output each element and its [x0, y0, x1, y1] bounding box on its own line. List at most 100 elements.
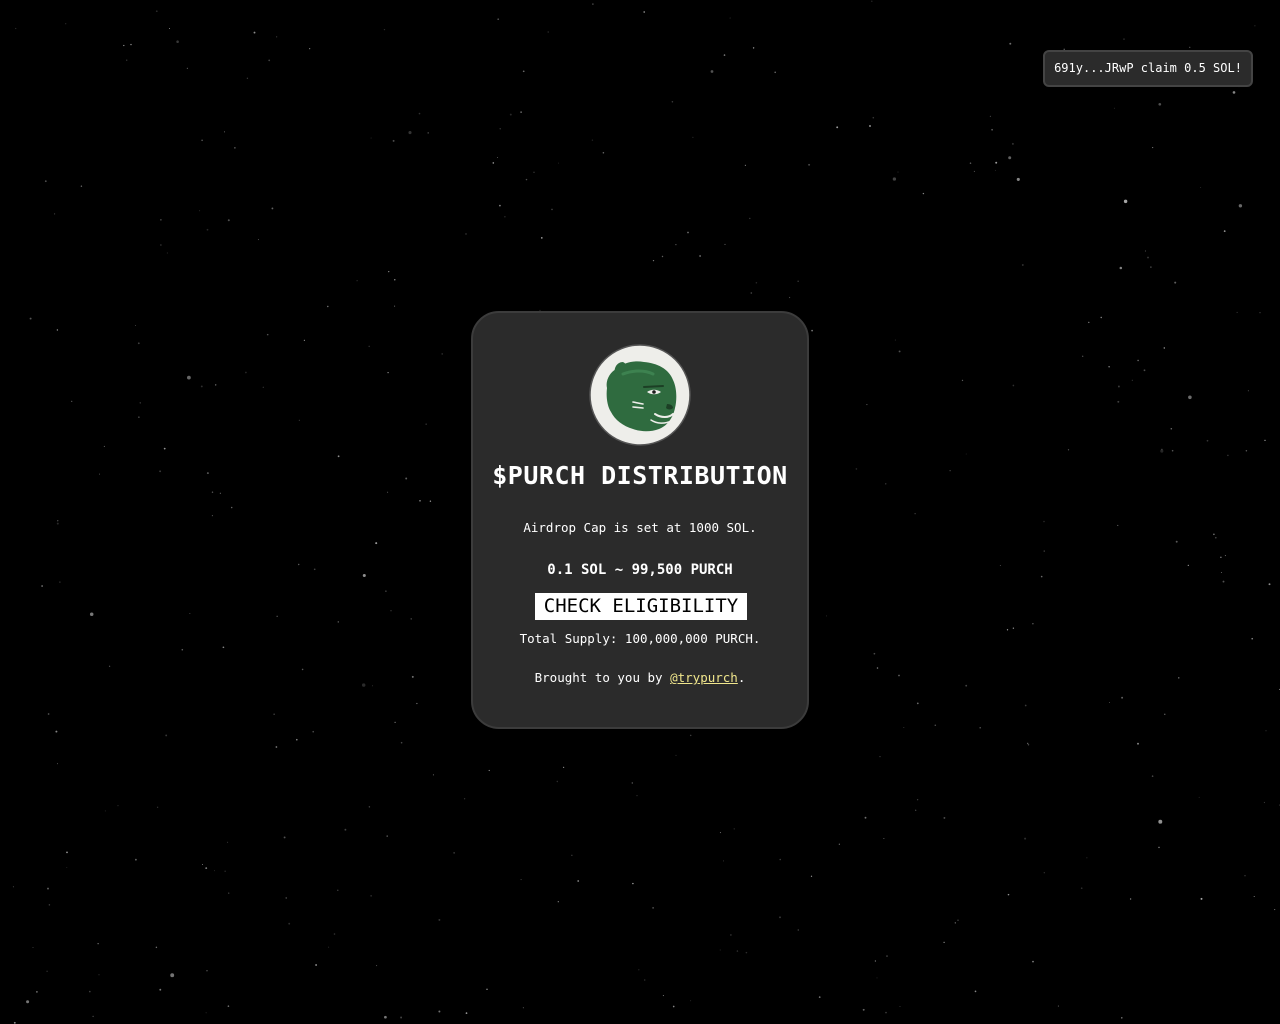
star — [1247, 390, 1249, 392]
star — [429, 500, 432, 502]
star — [1006, 629, 1009, 631]
star — [885, 483, 887, 485]
star — [1043, 550, 1045, 552]
star — [59, 581, 61, 583]
star — [227, 841, 229, 843]
star — [159, 470, 162, 473]
star — [205, 1012, 207, 1014]
star — [394, 305, 396, 307]
star — [1024, 704, 1027, 707]
star — [370, 895, 372, 897]
star — [438, 918, 441, 921]
star — [344, 828, 347, 831]
star — [425, 423, 427, 425]
star — [219, 492, 221, 494]
star — [80, 185, 83, 187]
star — [1268, 583, 1271, 586]
star — [486, 988, 488, 991]
star — [160, 244, 162, 246]
star — [808, 163, 811, 166]
star — [1158, 102, 1162, 106]
star — [892, 177, 897, 181]
star — [262, 386, 264, 388]
star — [898, 674, 900, 677]
star — [886, 955, 888, 957]
star — [253, 31, 256, 34]
star — [370, 137, 372, 139]
star — [245, 371, 247, 374]
star — [266, 333, 269, 336]
star — [387, 371, 389, 374]
star — [227, 219, 230, 222]
star — [689, 734, 692, 737]
star — [1171, 449, 1174, 452]
star — [1254, 25, 1256, 27]
star — [1175, 540, 1178, 543]
star — [522, 70, 525, 73]
star — [103, 445, 105, 447]
star — [1121, 1017, 1123, 1019]
star — [644, 979, 646, 981]
star — [1200, 187, 1202, 188]
star — [108, 665, 111, 667]
star — [200, 385, 203, 388]
star — [211, 491, 214, 493]
trypurch-link[interactable]: @trypurch — [670, 670, 738, 685]
star — [1274, 909, 1276, 911]
star — [1108, 366, 1110, 368]
star — [922, 192, 925, 195]
star — [719, 949, 721, 951]
star — [1032, 623, 1034, 625]
star — [206, 472, 209, 475]
star — [47, 887, 49, 890]
star — [1117, 524, 1119, 526]
star — [1158, 819, 1163, 824]
star — [297, 563, 300, 566]
star — [903, 726, 905, 729]
star — [520, 879, 522, 881]
star — [441, 353, 444, 355]
star — [199, 210, 201, 212]
star — [492, 162, 495, 164]
credits-line: Brought to you by @trypurch. — [473, 670, 807, 685]
star — [989, 115, 992, 118]
claim-notification-toast: 691y...JRwP claim 0.5 SOL! — [1043, 50, 1253, 87]
star — [368, 806, 371, 808]
star — [750, 292, 753, 294]
star — [315, 964, 318, 966]
star — [551, 208, 553, 211]
star — [296, 738, 298, 741]
star — [1131, 379, 1133, 381]
star — [1264, 439, 1266, 442]
star — [271, 207, 274, 210]
star — [385, 590, 387, 592]
star — [522, 1007, 524, 1009]
star — [1012, 627, 1015, 629]
star — [562, 766, 565, 769]
star — [246, 77, 249, 79]
star — [558, 162, 560, 164]
star — [1117, 385, 1120, 388]
star — [1238, 204, 1243, 208]
star — [165, 734, 168, 737]
star — [914, 513, 916, 515]
star — [362, 573, 366, 578]
star — [186, 67, 188, 69]
exchange-rate-text: 0.1 SOL ~ 99,500 PURCH — [547, 562, 733, 578]
star — [356, 280, 358, 282]
star — [755, 282, 758, 284]
star — [214, 384, 217, 386]
star — [1032, 960, 1034, 963]
star — [1253, 895, 1255, 898]
star — [885, 1011, 887, 1014]
star — [631, 782, 633, 784]
star — [638, 969, 640, 971]
star — [499, 204, 501, 207]
star — [181, 648, 184, 651]
check-eligibility-button[interactable]: CHECK ELIGIBILITY — [535, 593, 747, 620]
star — [92, 1015, 94, 1018]
star — [797, 929, 799, 931]
star — [954, 922, 956, 924]
star — [836, 126, 839, 129]
star — [15, 27, 17, 30]
